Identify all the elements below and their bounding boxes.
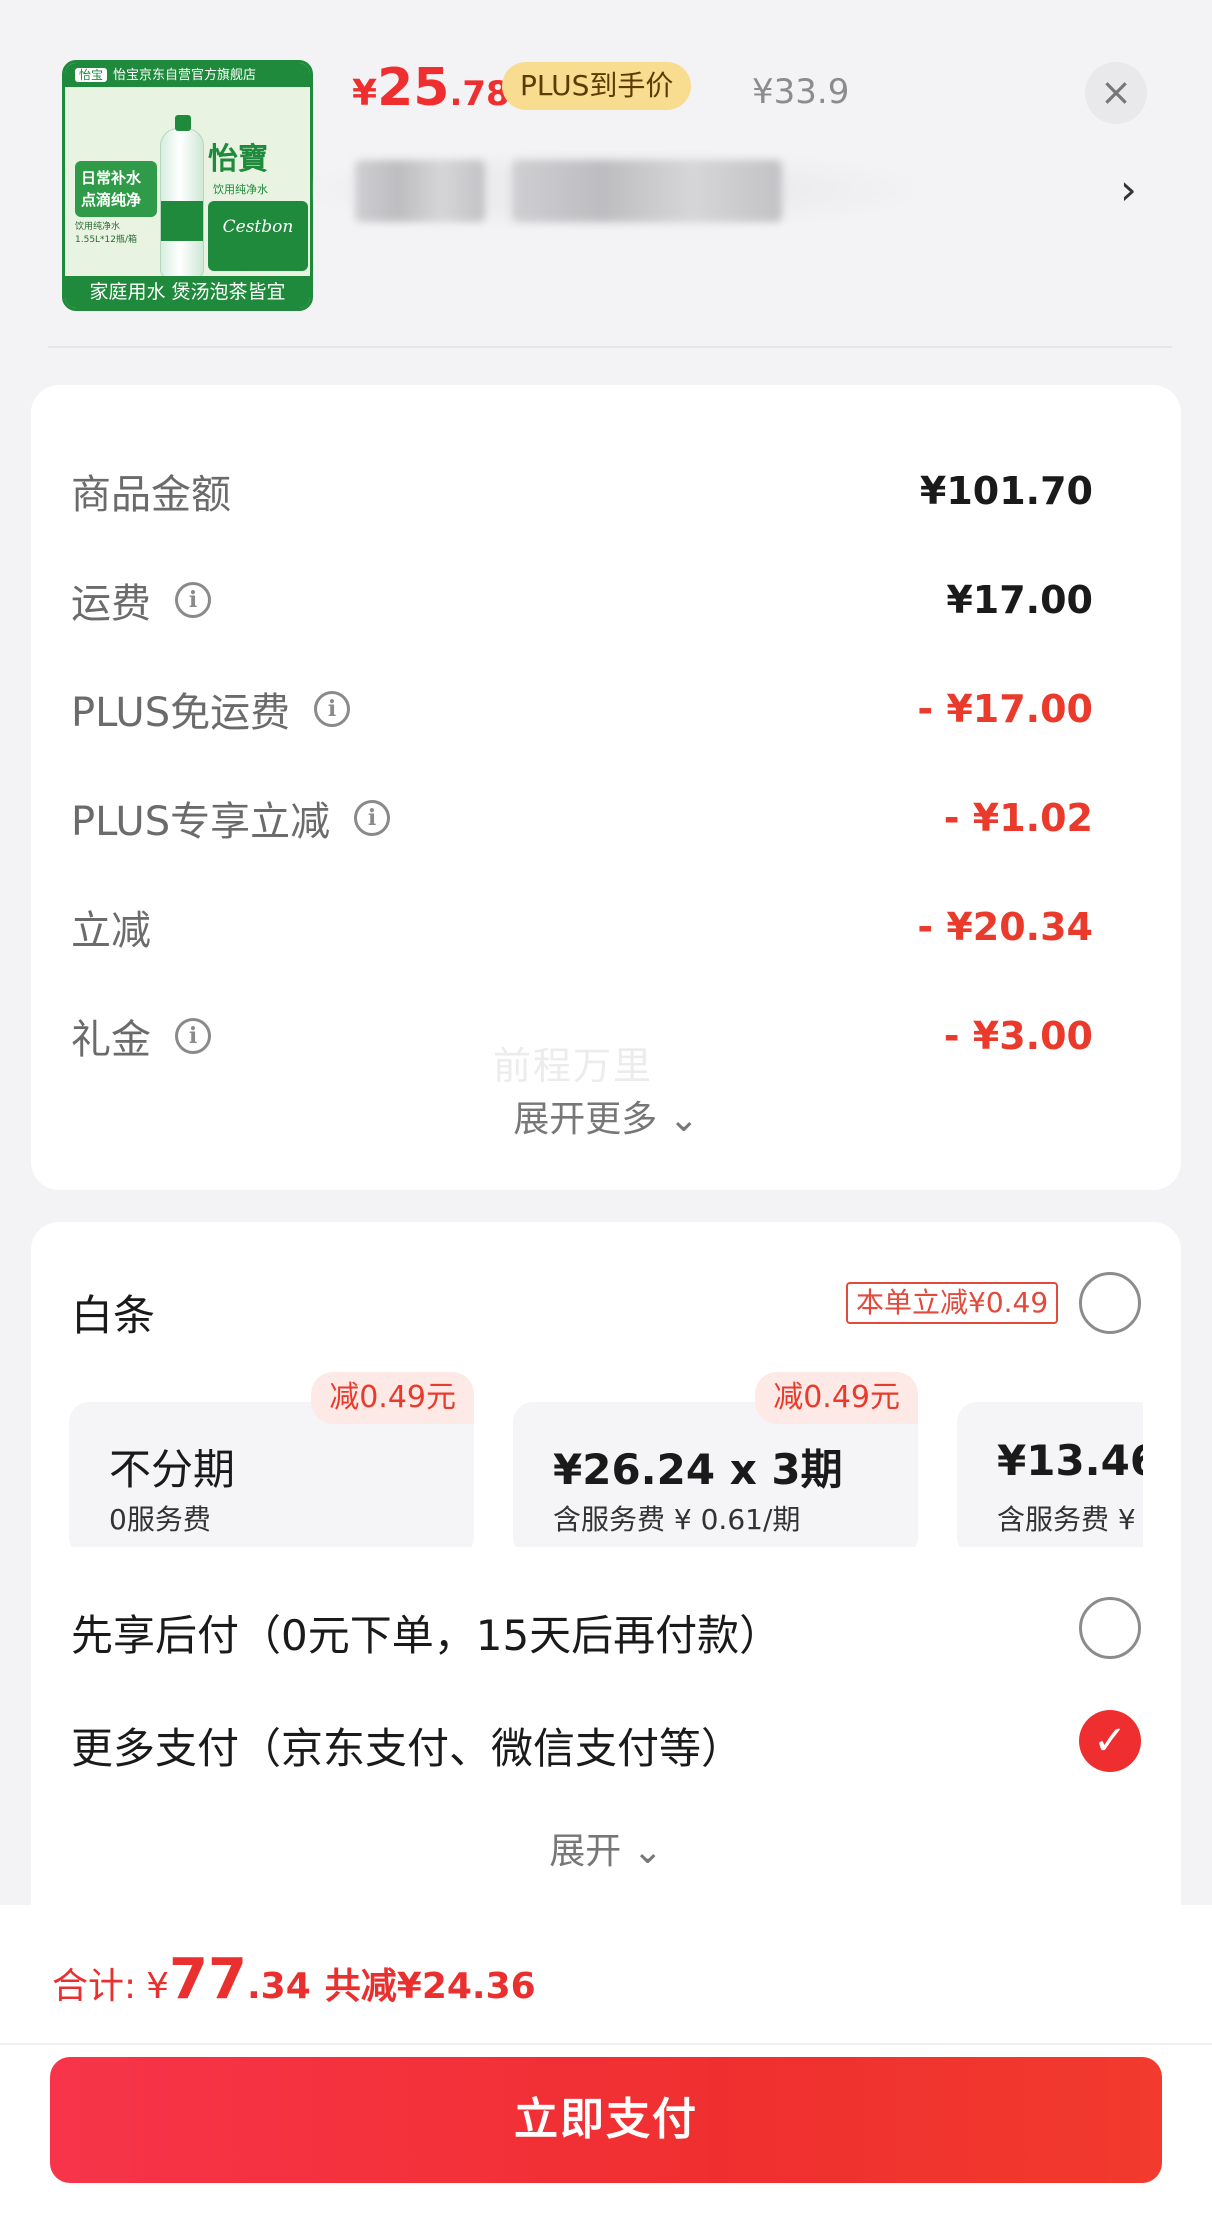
summary-label: PLUS专享立减 bbox=[71, 799, 331, 845]
total-decimal: .34 bbox=[246, 1966, 311, 2007]
check-icon: ✓ bbox=[1093, 1718, 1127, 1764]
total-symbol: ¥ bbox=[146, 1966, 170, 2007]
summary-label: 立减 bbox=[71, 908, 151, 954]
discount-tag: 本单立减¥0.49 bbox=[846, 1282, 1059, 1324]
plan-no-installment[interactable]: 减0.49元 不分期 0服务费 bbox=[69, 1372, 474, 1547]
summary-value: ¥17.00 bbox=[946, 578, 1093, 622]
summary-row-goods-amount: 商品金额 ¥101.70 bbox=[71, 463, 1093, 519]
checkout-footer: 合计: ¥ 77 .34 共减¥24.36 立即支付 bbox=[0, 1905, 1212, 2221]
info-icon[interactable]: i bbox=[314, 691, 351, 727]
baitiao-radio[interactable] bbox=[1079, 1272, 1141, 1334]
redacted-block bbox=[355, 160, 485, 222]
summary-value: - ¥3.00 bbox=[943, 1014, 1093, 1058]
plan-title: ¥13.46 x bbox=[997, 1436, 1143, 1485]
redacted-block bbox=[512, 160, 782, 222]
watermark: 前程万里 bbox=[493, 1044, 654, 1088]
summary-row-plus-discount: PLUS专享立减 i - ¥1.02 bbox=[71, 790, 1093, 846]
thumb-slogan: 日常补水 点滴纯净 bbox=[75, 161, 157, 217]
original-price: ¥33.9 bbox=[752, 72, 850, 112]
close-button[interactable]: × bbox=[1085, 62, 1147, 124]
summary-label: 礼金 bbox=[71, 1017, 151, 1063]
product-image[interactable]: 怡宝 怡宝京东自营官方旗舰店 日常补水 点滴纯净 饮用纯净水 1.55L*12瓶/… bbox=[62, 60, 313, 311]
thumb-brand: 怡寶 bbox=[208, 142, 268, 177]
summary-row-plus-free-shipping: PLUS免运费 i - ¥17.00 bbox=[71, 681, 1093, 737]
total-integer: 77 bbox=[169, 1947, 247, 2012]
plan-6-installments[interactable]: ¥13.46 x 含服务费 ¥ bbox=[957, 1402, 1143, 1547]
thumb-store-name: 怡宝京东自营官方旗舰店 bbox=[113, 68, 257, 83]
chevron-right-icon[interactable]: › bbox=[1120, 165, 1137, 214]
summary-value: ¥101.70 bbox=[919, 469, 1093, 513]
bottle-illustration bbox=[160, 115, 204, 278]
expand-more-button[interactable]: 展开更多 ⌄ bbox=[31, 1090, 1181, 1142]
info-icon[interactable]: i bbox=[175, 582, 211, 618]
summary-row-shipping: 运费 i ¥17.00 bbox=[71, 572, 1093, 628]
summary-label: 商品金额 bbox=[71, 472, 231, 518]
thumb-store-banner: 怡宝 怡宝京东自营官方旗舰店 bbox=[65, 63, 310, 87]
thumb-brand-label: Cestbon bbox=[208, 201, 308, 271]
installment-plan-list: 减0.49元 不分期 0服务费 减0.49元 ¥26.24 x 3期 含服务费 … bbox=[69, 1372, 1143, 1547]
summary-label: PLUS免运费 bbox=[71, 690, 291, 736]
price-summary-card: 商品金额 ¥101.70 运费 i ¥17.00 PLUS免运费 i - ¥17.0… bbox=[31, 385, 1181, 1190]
product-price: ¥25.78 bbox=[352, 58, 510, 118]
thumb-caption: 家庭用水 煲汤泡茶皆宜 bbox=[65, 276, 310, 308]
summary-label: 运费 bbox=[71, 581, 151, 627]
plan-3-installments[interactable]: 减0.49元 ¥26.24 x 3期 含服务费 ¥ 0.61/期 bbox=[513, 1372, 918, 1547]
summary-row-instant-discount: 立减 - ¥20.34 bbox=[71, 899, 1093, 955]
total-label: 合计: bbox=[52, 1966, 137, 2007]
summary-value: - ¥17.00 bbox=[917, 687, 1093, 731]
price-integer: 25 bbox=[377, 58, 450, 118]
total-saved: 共减¥24.36 bbox=[324, 1966, 536, 2007]
close-icon: × bbox=[1100, 70, 1132, 114]
pay-now-button[interactable]: 立即支付 bbox=[50, 2057, 1162, 2183]
price-decimal: .78 bbox=[449, 74, 510, 114]
plan-fee: 含服务费 ¥ 0.61/期 bbox=[553, 1503, 801, 1536]
more-payment-radio-checked[interactable]: ✓ bbox=[1079, 1710, 1141, 1772]
plan-discount-badge: 减0.49元 bbox=[755, 1372, 918, 1424]
summary-value: - ¥1.02 bbox=[943, 796, 1093, 840]
plan-title: 不分期 bbox=[109, 1445, 236, 1494]
info-icon[interactable]: i bbox=[354, 800, 391, 836]
pay-later-radio[interactable] bbox=[1079, 1597, 1141, 1659]
order-total: 合计: ¥ 77 .34 共减¥24.36 bbox=[52, 1947, 536, 2012]
plan-discount-badge: 减0.49元 bbox=[311, 1372, 474, 1424]
plus-price-badge: PLUS到手价 bbox=[502, 62, 692, 110]
thumb-slogan-sub: 饮用纯净水 1.55L*12瓶/箱 bbox=[75, 222, 138, 245]
price-symbol: ¥ bbox=[352, 73, 378, 114]
summary-value: - ¥20.34 bbox=[917, 905, 1093, 949]
expand-payment-button[interactable]: 展开 ⌄ bbox=[31, 1822, 1181, 1874]
info-icon[interactable]: i bbox=[175, 1018, 211, 1054]
divider bbox=[0, 2043, 1212, 2045]
pay-later-option[interactable]: 先享后付（0元下单，15天后再付款） bbox=[71, 1602, 781, 1663]
thumb-tag: 怡宝 bbox=[75, 68, 108, 82]
plan-title: ¥26.24 x 3期 bbox=[553, 1445, 843, 1494]
plan-fee: 含服务费 ¥ bbox=[997, 1503, 1136, 1536]
plan-fee: 0服务费 bbox=[109, 1503, 211, 1536]
baitiao-title: 白条 bbox=[71, 1291, 156, 1340]
divider bbox=[48, 346, 1172, 348]
more-payment-option[interactable]: 更多支付（京东支付、微信支付等） bbox=[71, 1715, 743, 1776]
thumb-brand-sub: 饮用纯净水 bbox=[213, 183, 268, 196]
product-header: 怡宝 怡宝京东自营官方旗舰店 日常补水 点滴纯净 饮用纯净水 1.55L*12瓶/… bbox=[0, 0, 1212, 350]
